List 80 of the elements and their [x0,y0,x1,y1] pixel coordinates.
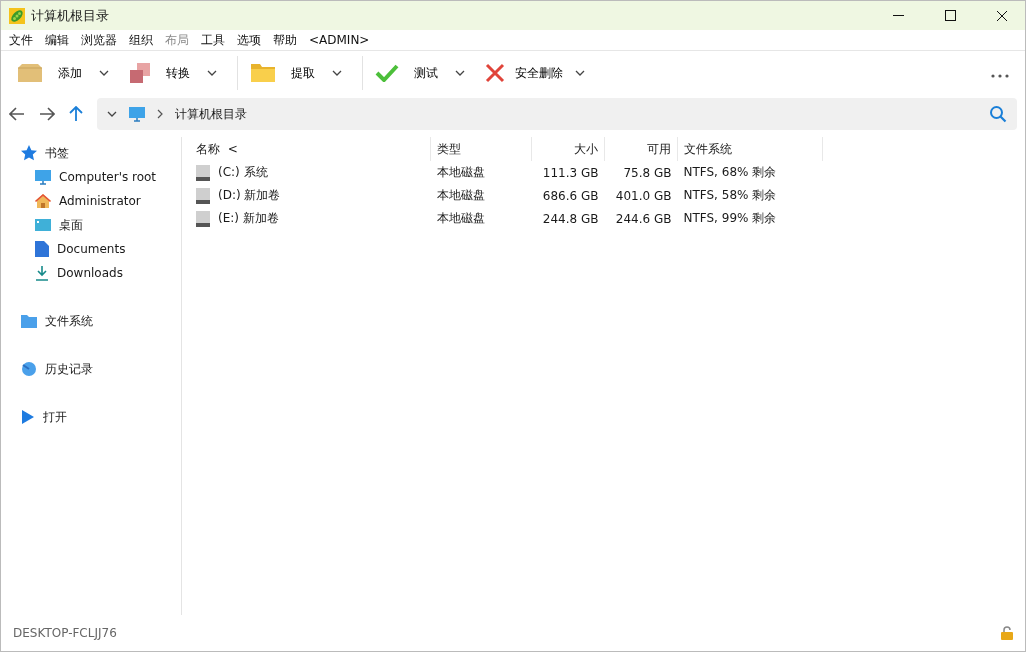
sidebar-section[interactable]: 历史记录 [21,357,181,381]
cross-icon [485,63,505,83]
house-icon [35,193,51,209]
folder-icon [21,314,37,328]
table-cell-text: 244.6 GB [614,210,673,228]
download-icon [35,265,49,281]
table-cell: 本地磁盘 [430,161,532,184]
chevron-down-icon[interactable] [107,111,117,117]
table-cell-text: 401.0 GB [614,187,673,205]
address-path: 计算机根目录 [175,105,248,123]
back-arrow-icon[interactable] [9,107,25,121]
toolbar-button[interactable]: 安全删除 [479,55,569,91]
sidebar-section[interactable]: 文件系统 [21,309,181,333]
table-cell-text: 686.6 GB [541,187,600,205]
chevron-down-icon[interactable] [575,70,585,76]
menu-item[interactable]: 工具 [201,31,233,49]
chevron-down-icon[interactable] [455,70,465,76]
toolbar-button[interactable]: 提取 [244,55,326,91]
up-arrow-icon[interactable] [69,106,83,122]
sidebar-item[interactable]: Documents [21,237,181,261]
table-cell: 75.8 GB [604,161,678,184]
table-cell-text: NTFS, 58% 剩余 [682,187,778,204]
clock-icon [21,361,37,377]
column-header[interactable]: 类型 [430,137,532,161]
desktop-icon [35,218,51,232]
folder-icon [250,63,276,83]
sidebar-section[interactable]: 书签 [21,141,181,165]
column-header[interactable]: 文件系统 [677,137,823,161]
squares-icon [129,62,151,84]
menu-item[interactable]: 组织 [129,31,161,49]
box-icon [17,63,43,83]
column-header[interactable]: 大小 [531,137,605,161]
menu-item[interactable]: 编辑 [45,31,77,49]
menu-item[interactable]: 帮助 [273,31,305,49]
forward-arrow-icon[interactable] [39,107,55,121]
chevron-down-icon[interactable] [99,70,109,76]
drive-icon [196,164,210,181]
menu-item[interactable]: 选项 [237,31,269,49]
table-cell: 111.3 GB [531,161,605,184]
checkmark-icon [375,64,399,82]
sidebar-item[interactable]: Downloads [21,261,181,285]
peapod-icon [9,7,25,24]
table-cell-text: 本地磁盘 [435,187,486,204]
column-header[interactable]: 可用 [604,137,678,161]
minimize-icon[interactable] [892,14,904,17]
monitor-icon [35,169,51,185]
toolbar-button[interactable]: 测试 [369,55,449,91]
table-cell: (E:) 新加卷 [218,210,279,227]
toolbar-button[interactable]: 添加 [11,55,93,91]
column-header[interactable]: 名称 < [190,137,431,161]
table-cell-text: 244.8 GB [541,210,600,228]
table-cell: (D:) 新加卷 [218,187,281,204]
padlock-icon [1001,626,1013,640]
play-icon [21,410,35,424]
toolbar-button[interactable]: 转换 [123,55,201,91]
drive-icon [196,187,210,204]
close-icon[interactable] [996,9,1008,22]
chevron-down-icon[interactable] [332,70,342,76]
chevron-down-icon[interactable] [207,70,217,76]
monitor-icon [129,106,145,122]
drive-icon [196,210,210,227]
sidebar-section[interactable]: 打开 [21,405,181,429]
menu-item[interactable]: 浏览器 [81,31,125,49]
chevron-right-icon [157,109,163,119]
star-icon [21,145,37,161]
menu-item[interactable]: 文件 [9,31,41,49]
menu-item[interactable]: <ADMIN> [309,33,378,47]
document-icon [35,241,49,257]
search-icon[interactable] [989,105,1007,123]
table-cell-text: NTFS, 99% 剩余 [682,210,778,227]
sidebar-item[interactable]: Computer's root [21,165,181,189]
address-bar[interactable]: 计算机根目录 [97,98,1017,130]
table-cell: NTFS, 68% 剩余 [677,161,823,184]
status-text: DESKTOP-FCLJJ76 [13,626,118,640]
maximize-icon[interactable] [944,10,956,21]
table-cell: (C:) 系统 [218,164,268,181]
table-cell-text: 本地磁盘 [435,210,486,227]
sidebar-item[interactable]: 桌面 [21,213,181,237]
sidebar-item[interactable]: Administrator [21,189,181,213]
window-title: 计算机根目录 [31,6,110,25]
